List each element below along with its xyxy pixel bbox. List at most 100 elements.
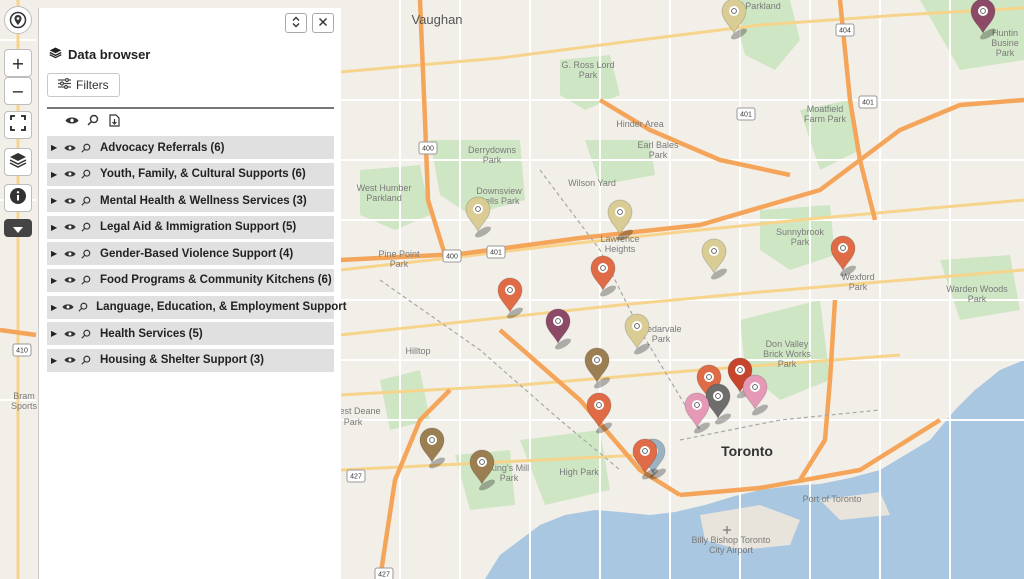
close-icon <box>318 17 328 30</box>
zoom-to-icon[interactable] <box>80 328 92 340</box>
layer-list: ▶ Advocacy Referrals (6) ▶ Youth, Family, & … <box>47 136 347 375</box>
zoom-to-icon[interactable] <box>86 113 100 127</box>
eye-icon[interactable] <box>64 221 76 233</box>
layer-row[interactable]: ▶ Mental Health & Wellness Services (3) <box>47 189 334 213</box>
collapse-panel-button[interactable] <box>285 13 307 33</box>
map-place-label: Earl Bales <box>637 140 679 150</box>
highway-shield-number: 400 <box>446 254 458 261</box>
layer-row[interactable]: ▶ Gender-Based Violence Support (4) <box>47 242 334 266</box>
eye-icon[interactable] <box>64 354 76 366</box>
layer-count: (3) <box>292 194 307 207</box>
layers-icon <box>9 151 27 173</box>
eye-icon[interactable] <box>64 274 76 286</box>
map-place-label: Park <box>778 359 797 369</box>
map-place-label: Hinder Area <box>616 119 664 129</box>
zoom-to-icon[interactable] <box>80 274 92 286</box>
chevron-up-down-icon <box>291 16 301 31</box>
zoom-to-icon[interactable] <box>80 221 92 233</box>
map-place-label: Port of Toronto <box>803 494 862 504</box>
layer-row[interactable]: ▶ Housing & Shelter Support (3) <box>47 348 334 372</box>
map-place-label: Park <box>500 473 519 483</box>
expand-triangle-icon[interactable]: ▶ <box>51 249 59 258</box>
map-place-label: Brick Works <box>763 349 811 359</box>
zoom-to-icon[interactable] <box>80 248 92 260</box>
layer-count: (5) <box>282 221 297 234</box>
map-place-label: Park <box>390 259 409 269</box>
eye-icon[interactable] <box>64 168 76 180</box>
map-place-label: Pine Point <box>378 249 420 259</box>
layer-row[interactable]: ▶ Language, Education, & Employment Suppo… <box>47 295 347 319</box>
layer-count: (5) <box>188 327 203 340</box>
layer-count: (3) <box>249 354 265 367</box>
zoom-to-icon[interactable] <box>78 301 88 313</box>
expand-triangle-icon[interactable]: ▶ <box>51 143 59 152</box>
map-place-label: Wilson Yard <box>568 178 616 188</box>
eye-icon[interactable] <box>64 142 76 154</box>
expand-triangle-icon[interactable]: ▶ <box>51 170 59 179</box>
expand-triangle-icon[interactable]: ▶ <box>51 223 59 232</box>
layer-list-header-tools <box>65 113 121 127</box>
highway-shield-number: 401 <box>740 112 752 119</box>
map-place-label: Park <box>579 70 598 80</box>
highway-shield-number: 427 <box>378 572 390 579</box>
zoom-to-icon[interactable] <box>80 195 92 207</box>
map-place-label: King's Mill <box>489 463 529 473</box>
layers-button[interactable] <box>4 148 32 176</box>
city-label-toronto: Toronto <box>721 443 773 459</box>
expand-triangle-icon[interactable]: ▶ <box>51 303 57 312</box>
map-place-label: Sunnybrook <box>776 227 825 237</box>
panel-divider <box>47 107 334 109</box>
map-place-label: Busine <box>991 38 1019 48</box>
layer-count: (6) <box>291 168 306 181</box>
layer-row[interactable]: ▶ Health Services (5) <box>47 322 334 346</box>
map-place-label: Parkland <box>366 193 402 203</box>
layer-count: (6) <box>317 274 332 287</box>
panel-title-text: Data browser <box>68 46 151 62</box>
layer-name: Gender-Based Violence Support <box>100 247 277 260</box>
app-logo-icon[interactable] <box>4 6 32 34</box>
map-place-label: Park <box>652 334 671 344</box>
layer-row[interactable]: ▶ Food Programs & Community Kitchens (6) <box>47 268 334 292</box>
expand-triangle-icon[interactable]: ▶ <box>51 329 59 338</box>
zoom-out-button[interactable]: − <box>4 77 32 105</box>
zoom-to-icon[interactable] <box>80 168 92 180</box>
zoom-to-icon[interactable] <box>80 142 92 154</box>
map-place-label: Downsview <box>476 186 522 196</box>
expand-triangle-icon[interactable]: ▶ <box>51 356 59 365</box>
map-place-label: West Humber <box>357 183 412 193</box>
info-button[interactable] <box>4 184 32 212</box>
zoom-to-icon[interactable] <box>80 354 92 366</box>
layer-row[interactable]: ▶ Legal Aid & Immigration Support (5) <box>47 215 334 239</box>
expand-toolbar-button[interactable] <box>4 219 32 237</box>
expand-triangle-icon[interactable]: ▶ <box>51 276 59 285</box>
eye-icon[interactable] <box>64 248 76 260</box>
layer-count: (6) <box>210 141 225 154</box>
map-place-label: Park <box>968 294 987 304</box>
layer-name: Food Programs & Community Kitchens <box>100 274 315 287</box>
export-file-icon[interactable] <box>107 113 121 127</box>
eye-icon[interactable] <box>64 195 76 207</box>
fullscreen-button[interactable] <box>4 111 32 139</box>
layer-row[interactable]: ▶ Advocacy Referrals (6) <box>47 136 334 159</box>
map-place-label: Don Valley <box>766 339 809 349</box>
highway-shield-number: 401 <box>490 250 502 257</box>
layer-name: Health Services <box>100 327 186 340</box>
map-toolbar: + − <box>0 0 36 579</box>
filters-button[interactable]: Filters <box>47 73 120 97</box>
zoom-in-button[interactable]: + <box>4 49 32 77</box>
map-place-label: Billy Bishop Toronto <box>692 535 771 545</box>
map-place-label: Heights <box>605 244 636 254</box>
map-place-label: Vaughan <box>411 12 462 27</box>
layer-row[interactable]: ▶ Youth, Family, & Cultural Supports (6) <box>47 162 334 186</box>
layer-name: Housing & Shelter Support <box>100 354 247 367</box>
panel-title: Data browser <box>49 46 150 62</box>
close-panel-button[interactable] <box>312 13 334 33</box>
expand-triangle-icon[interactable]: ▶ <box>51 196 59 205</box>
eye-icon[interactable] <box>65 113 79 127</box>
eye-icon[interactable] <box>62 301 74 313</box>
map-place-label: Moatfield <box>807 104 844 114</box>
info-icon <box>9 187 27 209</box>
eye-icon[interactable] <box>64 328 76 340</box>
highway-shield-number: 404 <box>839 28 851 35</box>
map-place-label: Warden Woods <box>946 284 1008 294</box>
